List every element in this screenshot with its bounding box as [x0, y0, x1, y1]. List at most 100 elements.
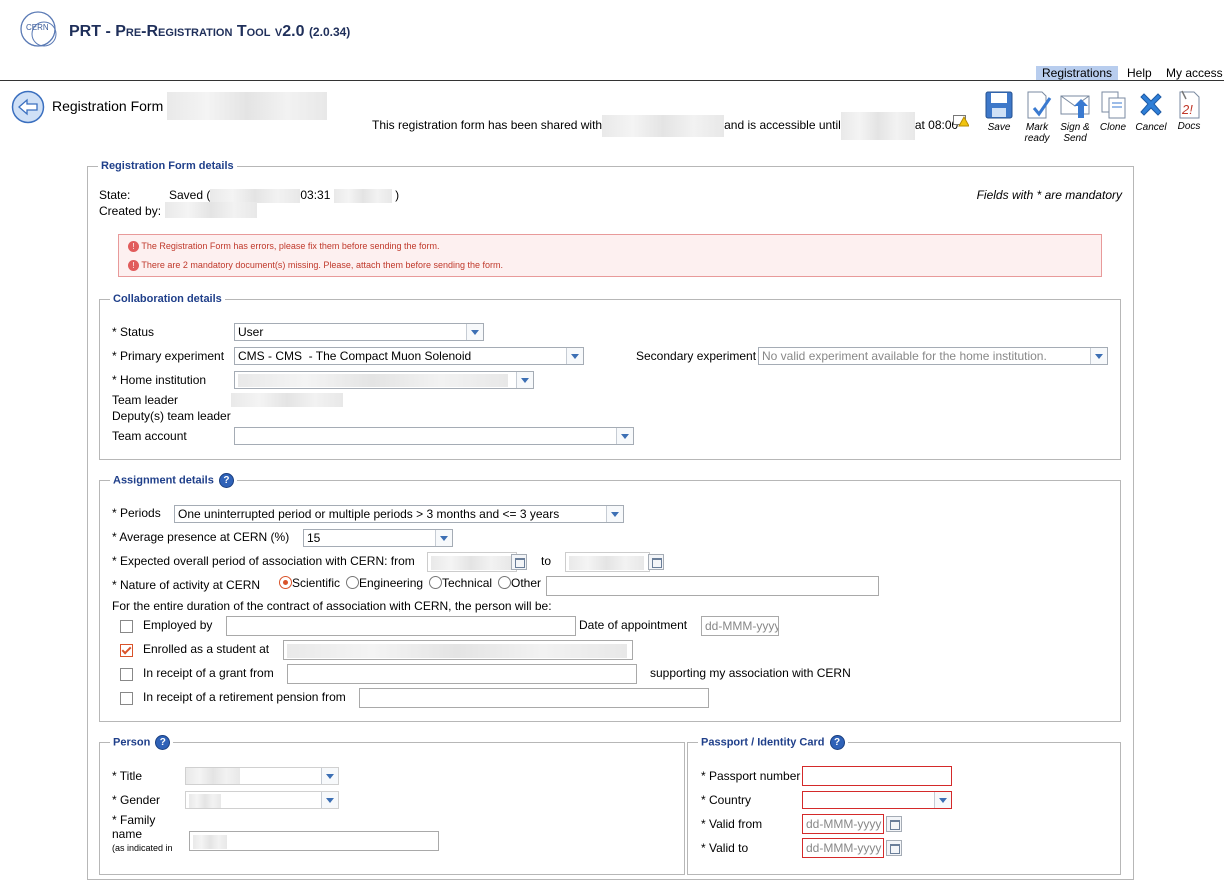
chevron-down-icon	[1090, 348, 1107, 364]
docs-button[interactable]: 2! Docs	[1170, 89, 1208, 132]
calendar-icon[interactable]	[511, 554, 527, 570]
calendar-icon[interactable]	[886, 816, 902, 832]
student-institution-input[interactable]	[283, 640, 633, 660]
shared-prefix: This registration form has been shared w…	[372, 118, 603, 133]
documents-attachment-icon: 2!	[1174, 89, 1204, 119]
employed-checkbox[interactable]	[120, 620, 133, 633]
secondary-experiment-select[interactable]: No valid experiment available for the ho…	[758, 347, 1108, 365]
calendar-icon[interactable]	[886, 840, 902, 856]
redacted-title	[186, 768, 240, 784]
redacted-student-institution	[287, 643, 627, 658]
redacted-user	[333, 188, 392, 203]
sign-send-button[interactable]: Sign & Send	[1056, 90, 1094, 144]
grant-label: In receipt of a grant from	[143, 666, 274, 680]
to-label: to	[541, 554, 552, 568]
grant-suffix: supporting my association with CERN	[650, 666, 851, 680]
secondary-experiment-label: Secondary experiment	[636, 349, 757, 363]
chevron-down-icon	[435, 530, 452, 546]
radio-other[interactable]	[498, 576, 511, 589]
presence-select[interactable]: 15	[303, 529, 453, 547]
clone-button[interactable]: Clone	[1094, 90, 1132, 133]
home-institution-select[interactable]	[234, 371, 534, 389]
status-select[interactable]: User	[234, 323, 484, 341]
svg-text:CERN: CERN	[26, 23, 49, 32]
radio-engineering-label: Engineering	[359, 576, 424, 590]
calendar-icon[interactable]	[648, 554, 664, 570]
pension-input[interactable]	[359, 688, 709, 708]
appointment-date-input[interactable]: dd-MMM-yyyy	[701, 616, 779, 636]
shared-suffix: at 08:00	[914, 118, 959, 133]
radio-technical[interactable]	[429, 576, 442, 589]
period-from-input[interactable]	[427, 552, 517, 572]
nav-registrations[interactable]: Registrations	[1036, 66, 1119, 80]
duration-text: For the entire duration of the contract …	[112, 599, 552, 613]
valid-from-label: * Valid from	[701, 817, 763, 831]
redacted-shared-with	[602, 115, 725, 137]
redacted-until-date	[840, 112, 915, 140]
family-name-input[interactable]	[189, 831, 439, 851]
cancel-button[interactable]: Cancel	[1132, 90, 1170, 133]
shared-info: This registration form has been shared w…	[372, 112, 958, 140]
deputy-team-leader-label: Deputy(s) team leader	[112, 409, 231, 423]
mark-ready-button[interactable]: Mark ready	[1018, 90, 1056, 144]
student-label: Enrolled as a student at	[143, 642, 270, 656]
radio-scientific[interactable]	[279, 576, 292, 589]
mandatory-note: Fields with * are mandatory	[976, 188, 1122, 202]
period-to-input[interactable]	[565, 552, 650, 572]
back-button[interactable]	[11, 90, 45, 124]
valid-from-input[interactable]: dd-MMM-yyyy	[802, 814, 884, 834]
expected-period-label: * Expected overall period of association…	[112, 554, 415, 568]
error-icon: !	[128, 241, 139, 253]
shared-mid: and is accessible until	[724, 118, 841, 133]
appointment-date-placeholder: dd-MMM-yyyy	[705, 619, 779, 633]
passport-number-input[interactable]	[802, 766, 952, 786]
state-value: Saved (03:31 )	[169, 188, 399, 203]
app-version: (2.0.34)	[308, 25, 351, 39]
sign-send-label-1: Sign &	[1060, 122, 1090, 133]
country-select[interactable]	[802, 791, 952, 809]
nav-help[interactable]: Help	[1127, 66, 1152, 80]
collaboration-legend: Collaboration details	[113, 293, 222, 305]
presence-label: * Average presence at CERN (%)	[112, 530, 290, 544]
country-label: * Country	[701, 793, 752, 807]
chevron-down-icon	[566, 348, 583, 364]
error-text-1: The Registration Form has errors, please…	[141, 241, 440, 251]
gender-select[interactable]	[185, 791, 339, 809]
valid-to-label: * Valid to	[701, 841, 749, 855]
created-by-label: Created by:	[99, 204, 162, 218]
title-select[interactable]	[185, 767, 339, 785]
pension-label: In receipt of a retirement pension from	[143, 690, 346, 704]
redacted-team-leader	[231, 393, 343, 407]
periods-select[interactable]: One uninterrupted period or multiple per…	[174, 505, 624, 523]
valid-to-input[interactable]: dd-MMM-yyyy	[802, 838, 884, 858]
save-button[interactable]: Save	[980, 90, 1018, 133]
grant-checkbox[interactable]	[120, 668, 133, 681]
nature-other-input[interactable]	[546, 576, 879, 596]
status-value: User	[238, 325, 264, 339]
error-line-2: ! There are 2 mandatory document(s) miss…	[128, 260, 503, 272]
cancel-x-icon	[1136, 90, 1166, 120]
team-account-label: Team account	[112, 429, 187, 443]
copy-documents-icon	[1098, 90, 1128, 120]
chevron-down-icon	[321, 768, 338, 784]
pension-checkbox[interactable]	[120, 692, 133, 705]
primary-experiment-select[interactable]: CMS - CMS - The Compact Muon Solenoid	[234, 347, 584, 365]
nav-my-access[interactable]: My access	[1166, 66, 1223, 80]
state-time: 03:31	[300, 188, 331, 202]
person-legend: Person ?	[110, 735, 173, 750]
chevron-down-icon	[321, 792, 338, 808]
assignment-legend: Assignment details ?	[110, 473, 237, 488]
help-icon[interactable]: ?	[155, 735, 171, 750]
help-icon[interactable]: ?	[829, 735, 845, 750]
employed-by-input[interactable]	[226, 616, 576, 636]
redacted-from-date	[431, 555, 511, 570]
page-title: Registration Form	[52, 98, 164, 114]
share-warning-icon[interactable]	[953, 113, 970, 127]
help-icon[interactable]: ?	[218, 473, 234, 488]
radio-engineering[interactable]	[346, 576, 359, 589]
floppy-disk-icon	[984, 90, 1014, 120]
grant-input[interactable]	[287, 664, 637, 684]
state-saved: Saved (	[169, 188, 211, 202]
team-account-select[interactable]	[234, 427, 634, 445]
student-checkbox[interactable]	[120, 644, 133, 657]
